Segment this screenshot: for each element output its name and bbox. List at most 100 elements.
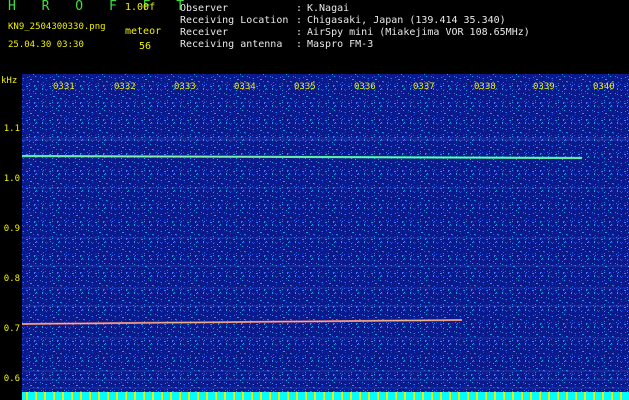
baseline-marker (350, 392, 352, 400)
baseline-marker (44, 392, 46, 400)
baseline-marker (404, 392, 406, 400)
baseline-band (22, 392, 629, 400)
receiver-value: AirSpy mini (Miakejima VOR 108.65MHz) (307, 27, 530, 38)
y-tick-label: 0.7 (3, 324, 20, 334)
y-tick-label: 0.9 (3, 224, 20, 234)
baseline-marker (143, 392, 145, 400)
baseline-marker (26, 392, 28, 400)
baseline-marker (89, 392, 91, 400)
time-tick-label: 0336 (354, 82, 376, 92)
baseline-marker (323, 392, 325, 400)
time-tick-label: 0335 (294, 82, 316, 92)
baseline-marker (71, 392, 73, 400)
time-tick-label: 0338 (474, 82, 496, 92)
baseline-marker (287, 392, 289, 400)
baseline-marker (575, 392, 577, 400)
time-tick-label: 0332 (114, 82, 136, 92)
baseline-marker (341, 392, 343, 400)
antenna-label: Receiving antenna (180, 39, 283, 50)
baseline-marker (53, 392, 55, 400)
baseline-marker (422, 392, 424, 400)
baseline-marker (314, 392, 316, 400)
baseline-marker (188, 392, 190, 400)
receiver-colon: : (296, 27, 303, 38)
baseline-marker (107, 392, 109, 400)
observer-label: Observer (180, 3, 229, 14)
baseline-marker (494, 392, 496, 400)
baseline-marker (557, 392, 559, 400)
receiver-label: Receiver (180, 27, 229, 38)
baseline-marker (611, 392, 613, 400)
time-tick-label: 0340 (593, 82, 615, 92)
meteor-count-label: meteor (125, 26, 162, 37)
baseline-marker (161, 392, 163, 400)
baseline-marker (548, 392, 550, 400)
baseline-marker (449, 392, 451, 400)
baseline-marker (413, 392, 415, 400)
baseline-marker (215, 392, 217, 400)
time-tick-label: 0333 (174, 82, 196, 92)
baseline-marker (62, 392, 64, 400)
baseline-marker (278, 392, 280, 400)
observer-value: K.Nagai (307, 3, 350, 14)
baseline-marker (170, 392, 172, 400)
location-colon: : (296, 15, 303, 26)
baseline-marker (530, 392, 532, 400)
image-timestamp: 25.04.30 03:30 (8, 40, 84, 50)
time-tick-label: 0339 (533, 82, 555, 92)
frequency-axis (0, 74, 22, 400)
baseline-marker (242, 392, 244, 400)
y-tick-label: 1.0 (3, 174, 20, 184)
baseline-marker (134, 392, 136, 400)
y-tick-label: 0.8 (3, 274, 20, 284)
baseline-marker (125, 392, 127, 400)
frequency-unit: kHz (1, 76, 18, 86)
baseline-marker (80, 392, 82, 400)
baseline-marker (584, 392, 586, 400)
baseline-marker (512, 392, 514, 400)
baseline-marker (602, 392, 604, 400)
baseline-marker (35, 392, 37, 400)
baseline-marker (116, 392, 118, 400)
y-tick-label: 1.1 (3, 124, 20, 134)
antenna-value: Maspro FM-3 (307, 39, 374, 50)
baseline-marker (359, 392, 361, 400)
spectrogram-canvas (22, 74, 629, 400)
location-value: Chigasaki, Japan (139.414 35.340) (307, 15, 506, 26)
antenna-colon: : (296, 39, 303, 50)
time-tick-label: 0331 (53, 82, 75, 92)
baseline-marker (305, 392, 307, 400)
baseline-marker (197, 392, 199, 400)
baseline-marker (593, 392, 595, 400)
time-tick-label: 0334 (234, 82, 256, 92)
baseline-marker (521, 392, 523, 400)
app-brand: H R O F F T (8, 0, 194, 14)
meteor-count-value: 56 (138, 41, 151, 52)
baseline-marker (179, 392, 181, 400)
spectrogram-noise (22, 74, 629, 400)
baseline-marker (224, 392, 226, 400)
location-label: Receiving Location (180, 15, 289, 26)
image-filename: KN9_2504300330.png (8, 22, 106, 32)
y-tick-label: 0.6 (3, 374, 20, 384)
baseline-marker (296, 392, 298, 400)
baseline-marker (269, 392, 271, 400)
baseline-marker (386, 392, 388, 400)
baseline-marker (395, 392, 397, 400)
time-tick-label: 0337 (413, 82, 435, 92)
baseline-marker (260, 392, 262, 400)
observer-colon: : (296, 3, 303, 14)
baseline-marker (476, 392, 478, 400)
baseline-marker (485, 392, 487, 400)
baseline-marker (152, 392, 154, 400)
baseline-marker (467, 392, 469, 400)
baseline-marker (503, 392, 505, 400)
baseline-marker (377, 392, 379, 400)
spectrogram-plot: 0331 0332 0333 0334 0335 0336 0337 0338 … (22, 74, 629, 400)
baseline-marker (98, 392, 100, 400)
baseline-marker (620, 392, 622, 400)
baseline-marker (431, 392, 433, 400)
baseline-marker (206, 392, 208, 400)
baseline-marker (440, 392, 442, 400)
baseline-marker (539, 392, 541, 400)
